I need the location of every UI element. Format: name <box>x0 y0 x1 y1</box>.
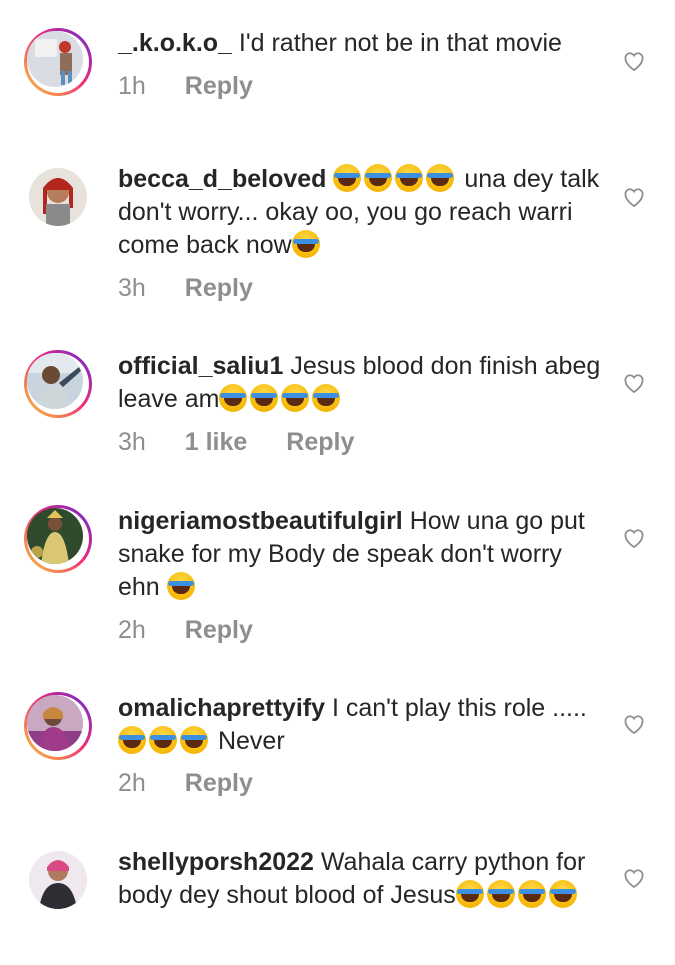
tears-of-joy-emoji <box>149 726 177 754</box>
tears-of-joy-emoji <box>118 726 146 754</box>
heart-outline-icon[interactable] <box>622 185 646 209</box>
comment-text: becca_d_beloved una dey talk don't worry… <box>118 163 608 262</box>
comment-meta: 2h Reply <box>118 769 285 798</box>
comment-text: official_saliu1 Jesus blood don finish a… <box>118 350 608 416</box>
tears-of-joy-emoji <box>548 880 577 908</box>
reply-button[interactable]: Reply <box>185 769 253 797</box>
tears-of-joy-emoji <box>312 384 341 412</box>
avatar-ring[interactable] <box>24 692 92 760</box>
comment-username[interactable]: _.k.o.k.o_ <box>118 29 232 57</box>
tears-of-joy-emoji <box>180 726 208 754</box>
tears-of-joy-emoji <box>219 384 248 412</box>
comment-meta: 2h Reply <box>118 616 285 645</box>
comment-username[interactable]: omalichaprettyify <box>118 694 325 722</box>
tears-of-joy-emoji <box>517 880 546 908</box>
comment-body: I'd rather not be in that movie <box>238 29 562 57</box>
avatar-ring[interactable] <box>24 350 92 418</box>
avatar <box>27 353 83 409</box>
comment-text: nigeriamostbeautifulgirl How una go put … <box>118 505 608 604</box>
comment-time: 2h <box>118 769 146 797</box>
tears-of-joy-emoji <box>455 880 484 908</box>
comment-body-end: Never <box>217 727 285 755</box>
avatar <box>27 695 83 751</box>
likes-count[interactable]: 1 like <box>185 428 248 456</box>
tears-of-joy-emoji <box>250 384 279 412</box>
comment-username[interactable]: becca_d_beloved <box>118 165 326 193</box>
comment-time: 2h <box>118 616 146 644</box>
heart-outline-icon[interactable] <box>622 866 646 890</box>
comment-username[interactable]: official_saliu1 <box>118 352 283 380</box>
avatar <box>27 508 83 564</box>
avatar-ring[interactable] <box>24 28 92 96</box>
comment-meta: 1h Reply <box>118 72 285 101</box>
tears-of-joy-emoji <box>364 164 393 192</box>
comment-time: 3h <box>118 428 146 456</box>
heart-outline-icon[interactable] <box>622 526 646 550</box>
tears-of-joy-emoji <box>166 572 195 600</box>
tears-of-joy-emoji <box>486 880 515 908</box>
tears-of-joy-emoji <box>281 384 310 412</box>
avatar-ring[interactable] <box>24 163 92 231</box>
comment-username[interactable]: nigeriamostbeautifulgirl <box>118 507 403 535</box>
comment-meta: 3h 1 like Reply <box>118 428 386 457</box>
reply-button[interactable]: Reply <box>286 428 354 456</box>
heart-outline-icon[interactable] <box>622 712 646 736</box>
comment-username[interactable]: shellyporsh2022 <box>118 848 314 876</box>
bottom-edge <box>0 952 675 965</box>
tears-of-joy-emoji <box>426 164 455 192</box>
avatar <box>27 31 83 87</box>
heart-outline-icon[interactable] <box>622 49 646 73</box>
comment-time: 1h <box>118 72 146 100</box>
comment-text: _.k.o.k.o_ I'd rather not be in that mov… <box>118 27 608 60</box>
comment-meta: 3h Reply <box>118 274 285 303</box>
comment-text: omalichaprettyify I can't play this role… <box>118 692 608 758</box>
reply-button[interactable]: Reply <box>185 274 253 302</box>
avatar <box>29 851 87 909</box>
avatar-ring[interactable] <box>24 846 92 914</box>
comment-body: I can't play this role ..... <box>331 694 587 722</box>
avatar-ring[interactable] <box>24 505 92 573</box>
comment-time: 3h <box>118 274 146 302</box>
avatar <box>29 168 87 226</box>
heart-outline-icon[interactable] <box>622 371 646 395</box>
tears-of-joy-emoji <box>291 230 320 258</box>
comment-text: shellyporsh2022 Wahala carry python for … <box>118 846 608 912</box>
reply-button[interactable]: Reply <box>185 616 253 644</box>
reply-button[interactable]: Reply <box>185 72 253 100</box>
tears-of-joy-emoji <box>395 164 424 192</box>
tears-of-joy-emoji <box>333 164 362 192</box>
